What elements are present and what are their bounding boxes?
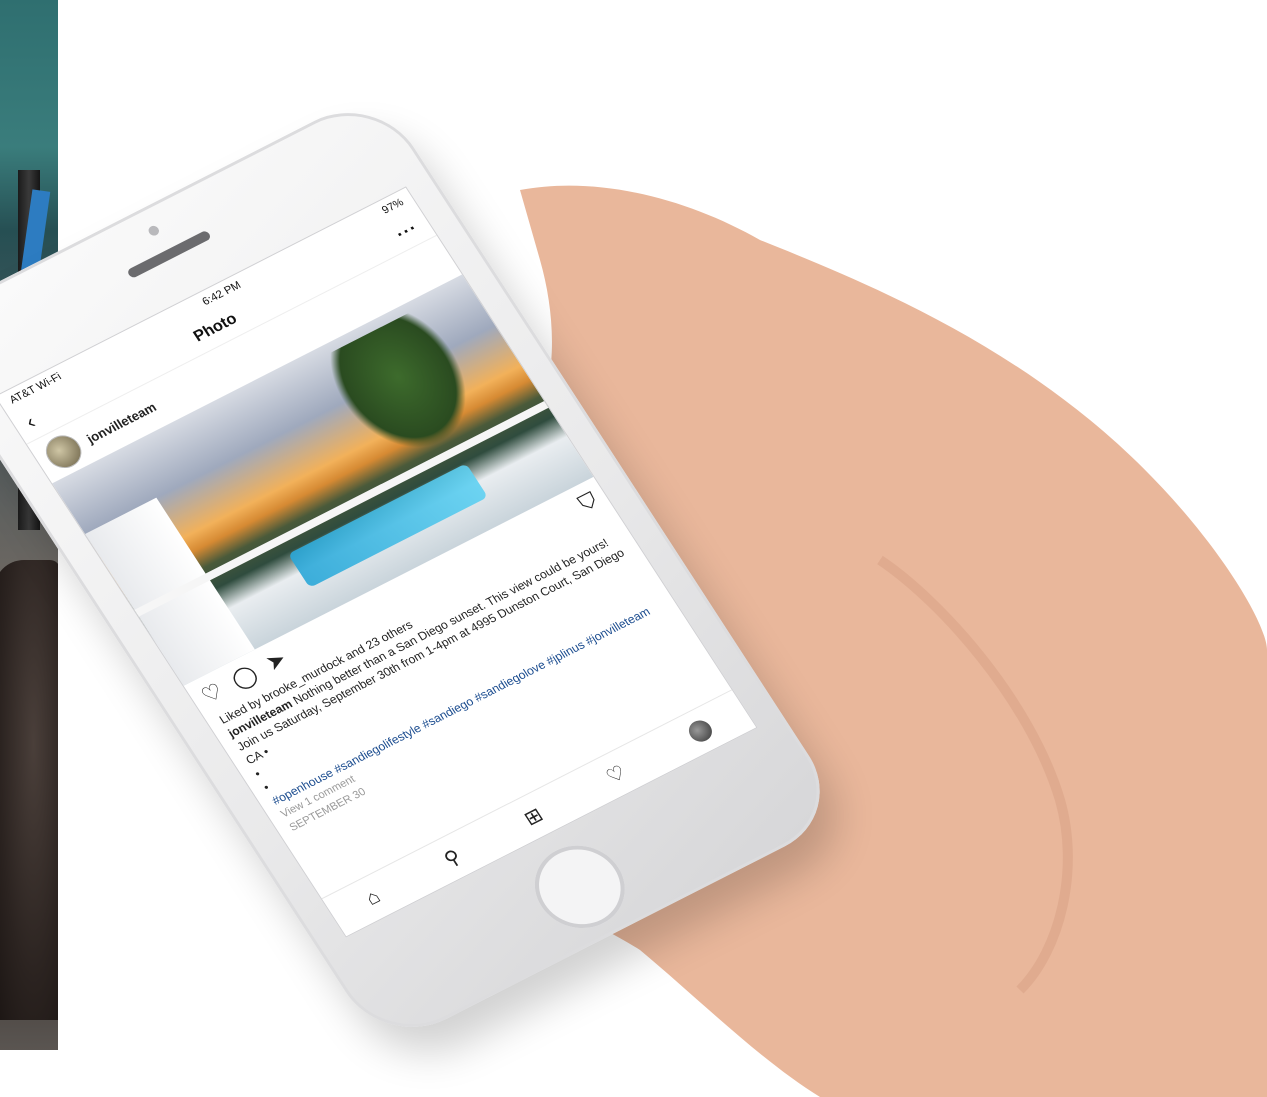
profile-avatar-icon[interactable]: [684, 716, 717, 746]
chevron-left-icon[interactable]: ‹: [22, 411, 41, 433]
send-icon[interactable]: ➤: [261, 646, 292, 676]
comment-icon[interactable]: ◯: [226, 661, 262, 694]
bookmark-icon[interactable]: ⛉: [574, 487, 603, 516]
heart-icon[interactable]: ♡: [196, 678, 228, 709]
add-post-icon[interactable]: ⊞: [519, 802, 548, 831]
avatar[interactable]: [39, 429, 89, 474]
more-horizontal-icon[interactable]: ···: [392, 217, 422, 244]
activity-heart-icon[interactable]: ♡: [601, 760, 631, 789]
home-icon[interactable]: ⌂: [361, 885, 384, 910]
search-icon[interactable]: ⚲: [439, 844, 466, 872]
